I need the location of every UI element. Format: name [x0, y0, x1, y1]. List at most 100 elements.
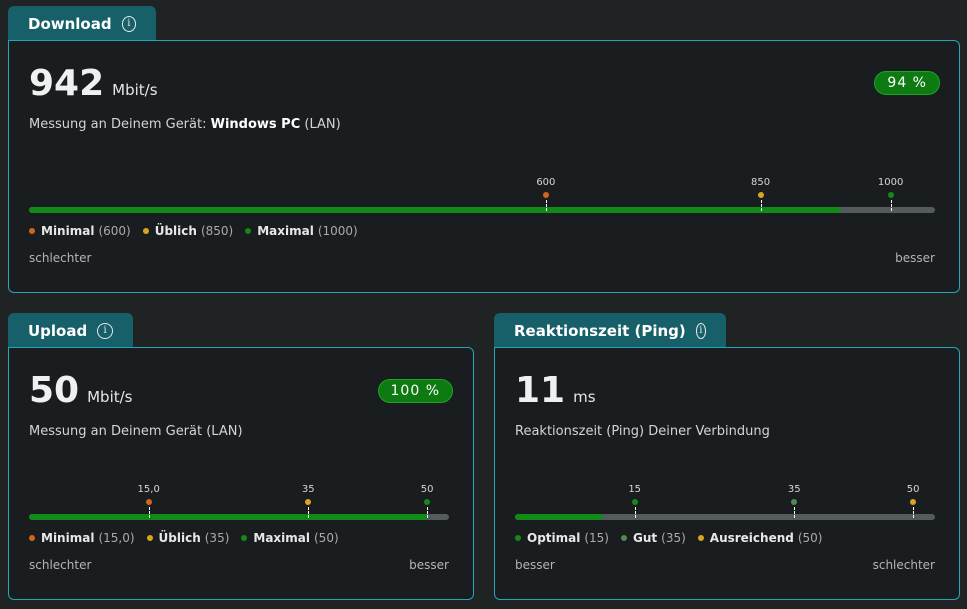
- marker-dot: [791, 499, 798, 505]
- legend-dot: [621, 535, 627, 541]
- legend-dot: [146, 535, 153, 541]
- legend-dot: [245, 228, 252, 234]
- device-name: Windows PC: [210, 117, 301, 132]
- legend-name: Ausreichend: [709, 531, 794, 545]
- upload-unit: Mbit/s: [87, 388, 133, 406]
- marker-dot: [145, 499, 152, 505]
- marker-line: [545, 200, 547, 211]
- marker-label: 15,0: [137, 484, 160, 495]
- download-value: 942: [29, 63, 105, 104]
- legend-value: (50): [314, 531, 339, 545]
- legend-item: Üblich (850): [142, 224, 233, 238]
- ping-panel: 11 ms Reaktionszeit (Ping) Deiner Verbin…: [494, 347, 960, 600]
- legend-value: (50): [797, 531, 823, 545]
- legend-name: Minimal: [41, 531, 95, 545]
- info-icon[interactable]: i: [695, 322, 706, 339]
- marker-dot: [542, 192, 549, 198]
- upload-bar-track: [29, 514, 449, 520]
- marker-label: 35: [787, 484, 801, 495]
- legend-name: Üblich: [158, 531, 201, 545]
- legend-name: Gut: [633, 531, 658, 545]
- legend-value: (35): [661, 531, 686, 545]
- legend-name: Maximal: [257, 224, 314, 238]
- ping-title: Reaktionszeit (Ping): [514, 321, 686, 340]
- marker-dot: [424, 499, 431, 505]
- ping-scale-right: schlechter: [872, 558, 935, 572]
- download-bar-track: [29, 207, 935, 213]
- marker-label: 1000: [877, 177, 904, 188]
- upload-value: 50: [29, 370, 80, 411]
- marker-label: 600: [536, 177, 556, 188]
- legend-value: (15): [584, 531, 609, 545]
- legend-dot: [142, 228, 149, 234]
- download-scale-right: besser: [895, 251, 935, 265]
- marker-dot: [305, 499, 312, 505]
- legend-dot: [29, 228, 35, 234]
- legend-item: Maximal (1000): [245, 224, 358, 238]
- legend-name: Maximal: [253, 531, 310, 545]
- ping-bar: 15 35 50: [515, 484, 935, 524]
- legend-value: (15,0): [98, 531, 135, 545]
- download-measure-text: Messung an Deinem Gerät: Windows PC (LAN…: [29, 117, 341, 132]
- upload-scale-right: besser: [409, 558, 449, 572]
- upload-bar: 15,0 35 50: [29, 484, 449, 524]
- download-scale-left: schlechter: [29, 251, 92, 265]
- upload-scale-left: schlechter: [29, 558, 92, 572]
- legend-item: Minimal (600): [29, 224, 131, 238]
- ping-value-row: 11 ms: [515, 370, 596, 411]
- info-icon[interactable]: i: [97, 322, 113, 339]
- marker-label: 15: [628, 484, 642, 495]
- legend-name: Minimal: [41, 224, 95, 238]
- ping-legend: Optimal (15) Gut (35) Ausreichend (50): [515, 531, 835, 545]
- ping-unit: ms: [573, 388, 596, 406]
- legend-value: (1000): [317, 224, 358, 238]
- legend-item: Minimal (15,0): [29, 531, 135, 545]
- upload-measure-text: Messung an Deinem Gerät (LAN): [29, 424, 243, 439]
- marker-dot: [757, 192, 764, 198]
- download-bar: 600 850 1000: [29, 177, 935, 217]
- legend-value: (600): [98, 224, 131, 238]
- legend-dot: [29, 535, 35, 541]
- upload-panel: 50 Mbit/s 100 % Messung an Deinem Gerät …: [8, 347, 474, 600]
- info-icon[interactable]: i: [121, 15, 136, 32]
- upload-percent-badge: 100 %: [377, 379, 453, 403]
- upload-card: Upload i 50 Mbit/s 100 % Messung an Dein…: [8, 313, 474, 600]
- legend-item: Üblich (35): [146, 531, 230, 545]
- marker-dot: [887, 192, 894, 198]
- marker-line: [308, 507, 310, 518]
- ping-bar-fill: [515, 514, 604, 520]
- ping-value: 11: [515, 370, 566, 411]
- legend-item: Ausreichend (50): [697, 531, 823, 545]
- download-value-row: 942 Mbit/s: [29, 63, 158, 104]
- legend-dot: [241, 535, 248, 541]
- marker-label: 50: [420, 484, 434, 495]
- ping-measure-text: Reaktionszeit (Ping) Deiner Verbindung: [515, 424, 770, 439]
- ping-tab: Reaktionszeit (Ping) i: [494, 313, 726, 348]
- marker-line: [794, 507, 796, 518]
- legend-dot: [697, 535, 704, 541]
- marker-line: [148, 507, 150, 518]
- download-panel: 942 Mbit/s 94 % Messung an Deinem Gerät:…: [8, 40, 960, 293]
- marker-line: [760, 200, 762, 211]
- download-title: Download: [28, 14, 112, 33]
- upload-title: Upload: [28, 321, 88, 340]
- marker-label: 850: [751, 177, 771, 188]
- upload-tab: Upload i: [8, 313, 133, 348]
- marker-label: 50: [906, 484, 920, 495]
- legend-item: Optimal (15): [515, 531, 609, 545]
- ping-card: Reaktionszeit (Ping) i 11 ms Reaktionsze…: [494, 313, 960, 600]
- legend-name: Üblich: [154, 224, 197, 238]
- legend-item: Maximal (50): [241, 531, 339, 545]
- marker-label: 35: [301, 484, 315, 495]
- download-percent-badge: 94 %: [874, 71, 940, 95]
- marker-line: [913, 507, 915, 518]
- download-unit: Mbit/s: [112, 81, 158, 99]
- legend-name: Optimal: [527, 531, 581, 545]
- marker-line: [427, 507, 429, 518]
- ping-bar-track: [515, 514, 935, 520]
- download-bar-fill: [29, 207, 841, 213]
- marker-line: [890, 200, 892, 211]
- upload-value-row: 50 Mbit/s: [29, 370, 133, 411]
- legend-value: (35): [204, 531, 230, 545]
- download-legend: Minimal (600) Üblich (850) Maximal (1000): [29, 224, 370, 238]
